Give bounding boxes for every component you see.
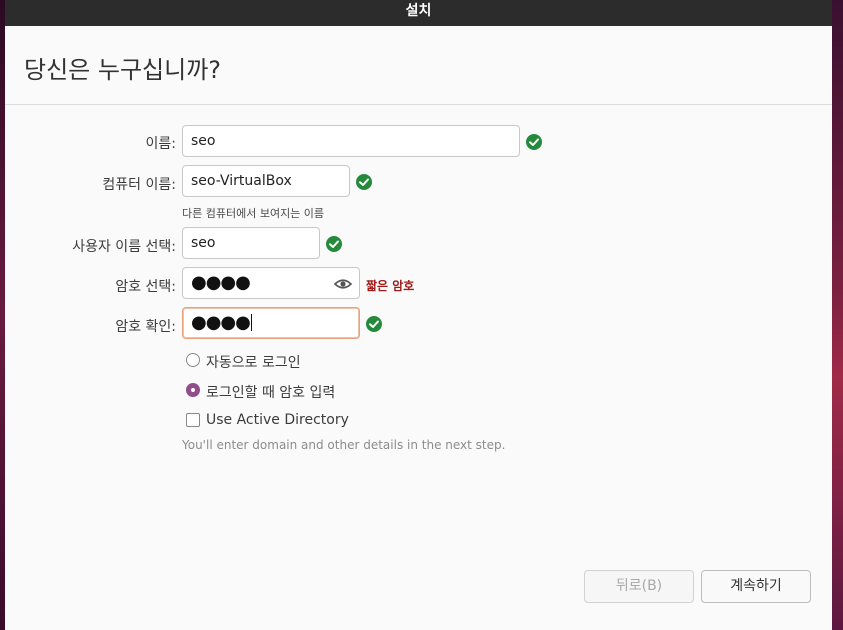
confirm-password-dots: ●●●● [191, 312, 251, 333]
password-strength-warning: 짧은 암호 [366, 279, 415, 293]
password-dots: ●●●● [191, 272, 251, 293]
computer-name-field[interactable]: seo-VirtualBox [182, 165, 350, 197]
show-password-eye-icon[interactable] [333, 276, 353, 296]
computer-name-hint: 다른 컴퓨터에서 보여지는 이름 [182, 207, 325, 220]
desktop-background-right [832, 0, 843, 630]
name-label: 이름: [145, 136, 176, 152]
header-divider [5, 104, 832, 105]
name-valid-check-icon [526, 134, 542, 150]
confirm-password-label: 암호 확인: [115, 319, 176, 335]
name-field[interactable]: seo [182, 125, 520, 157]
page-title: 당신은 누구십니까? [24, 56, 222, 84]
confirm-password-field[interactable]: ●●●● [182, 307, 360, 339]
continue-button[interactable]: 계속하기 [701, 570, 811, 603]
auto-login-label[interactable]: 자동으로 로그인 [206, 352, 301, 372]
username-valid-check-icon [326, 236, 342, 252]
text-cursor [250, 314, 252, 331]
window-title: 설치 [5, 0, 832, 26]
username-field[interactable]: seo [182, 227, 320, 259]
computer-name-label: 컴퓨터 이름: [102, 177, 176, 193]
computer-name-valid-check-icon [356, 174, 372, 190]
password-label: 암호 선택: [115, 279, 176, 295]
back-button[interactable]: 뒤로(B) [584, 570, 694, 603]
active-directory-label[interactable]: Use Active Directory [206, 412, 349, 428]
active-directory-checkbox[interactable] [186, 413, 200, 427]
active-directory-note: You'll enter domain and other details in… [182, 438, 506, 452]
username-label: 사용자 이름 선택: [72, 239, 176, 255]
require-password-label[interactable]: 로그인할 때 암호 입력 [206, 382, 335, 402]
confirm-valid-check-icon [366, 316, 382, 332]
require-password-radio[interactable] [186, 383, 200, 397]
auto-login-radio[interactable] [186, 353, 200, 367]
installer-window: 설치 당신은 누구십니까? 이름: seo 컴퓨터 이름: seo-Virtua… [5, 0, 832, 630]
